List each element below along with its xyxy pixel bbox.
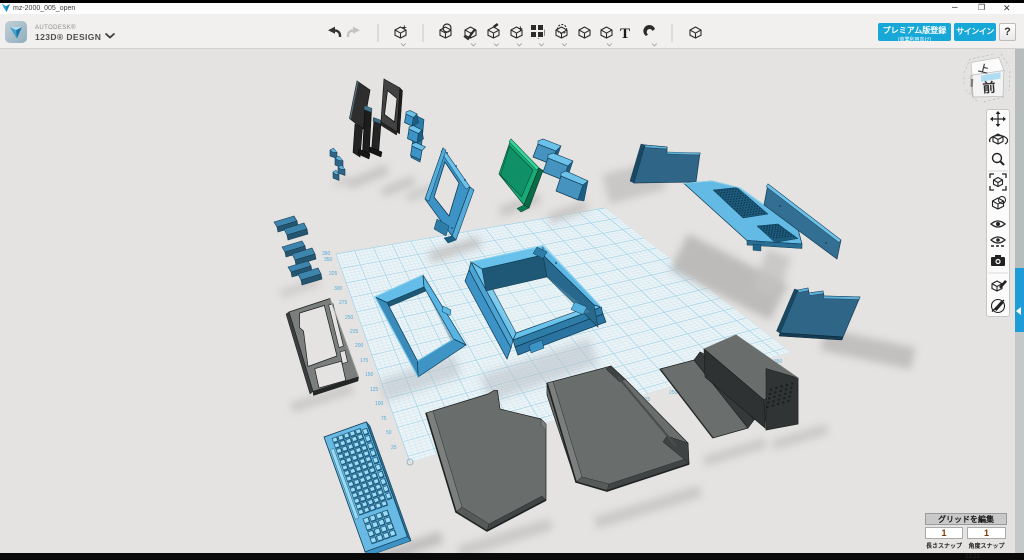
- svg-text:前: 前: [982, 80, 996, 96]
